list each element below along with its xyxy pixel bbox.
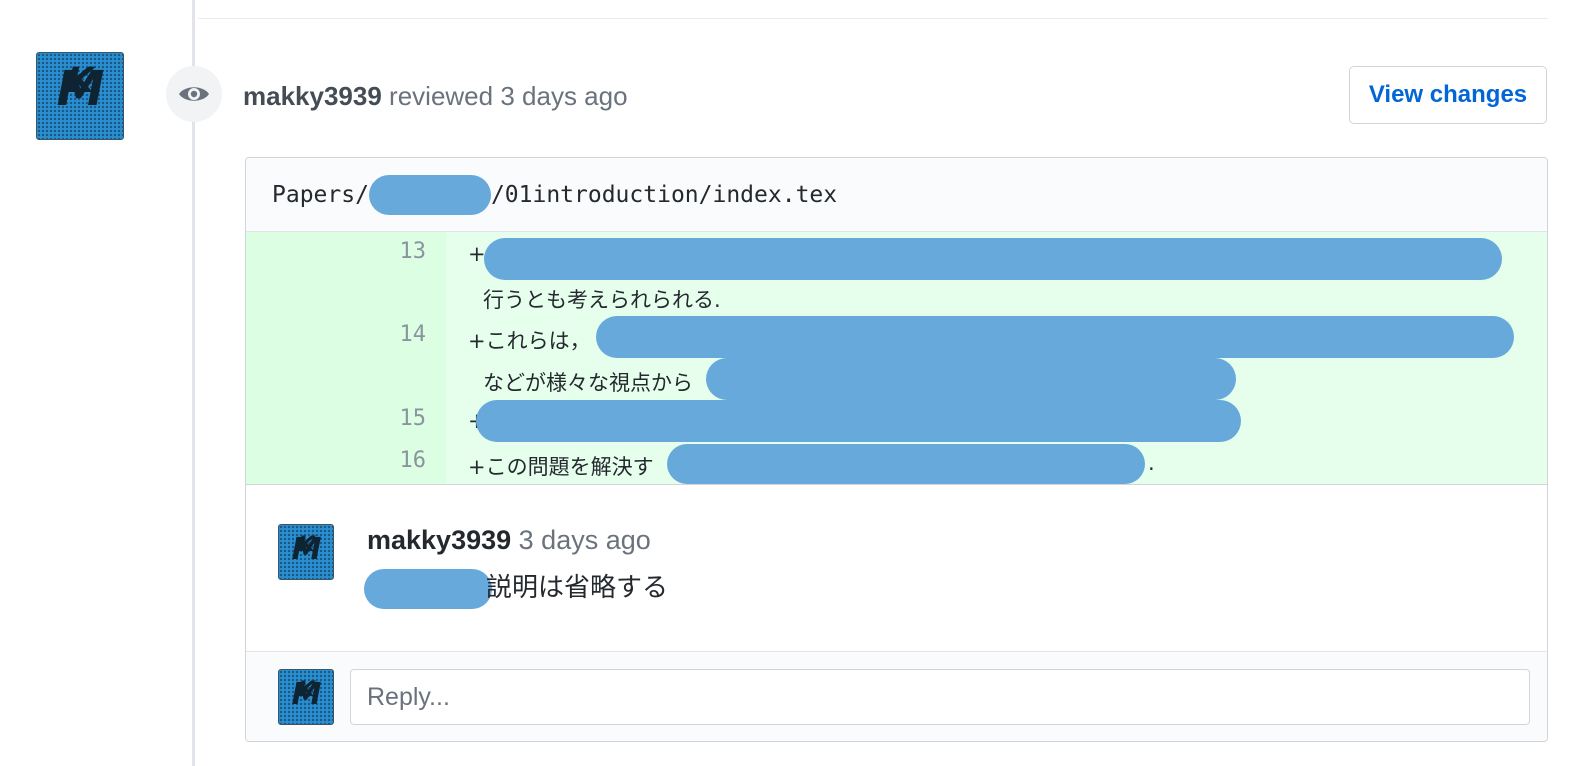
redaction-mark xyxy=(667,444,1145,484)
review-header: makky3939 reviewed 3 days ago xyxy=(243,80,628,112)
review-author-link[interactable]: makky3939 xyxy=(243,81,382,111)
review-time[interactable]: 3 days ago xyxy=(500,81,627,111)
code-line: + xyxy=(468,242,486,266)
reply-area: MK xyxy=(246,651,1547,741)
reply-input[interactable] xyxy=(350,669,1530,725)
code-line: +これらは， xyxy=(468,329,591,353)
redaction-mark xyxy=(706,358,1236,400)
file-header: Papers/ /01introduction/index.tex xyxy=(246,158,1547,232)
redaction-mark xyxy=(484,238,1502,280)
view-changes-button[interactable]: View changes xyxy=(1349,66,1547,124)
redaction-mark xyxy=(368,174,491,215)
diff-hunk: 13 + 行うとも考えられられる. 14 +これらは， などが様々な視点から 1… xyxy=(246,232,1547,485)
diff-gutter xyxy=(246,232,446,484)
review-thread: Papers/ /01introduction/index.tex 13 + 行う… xyxy=(245,157,1548,742)
file-path-prefix[interactable]: Papers/ xyxy=(272,182,369,208)
code-line: +この問題を解決す xyxy=(468,455,654,479)
reply-avatar: MK xyxy=(278,669,334,725)
previous-item-divider xyxy=(198,18,1548,19)
avatar-initials: MK xyxy=(291,677,322,712)
code-line-tail: . xyxy=(1148,451,1155,475)
avatar-initials: MK xyxy=(56,61,105,117)
comment-author-link[interactable]: makky3939 xyxy=(367,525,511,555)
redaction-mark xyxy=(476,400,1241,442)
comment-avatar[interactable]: MK xyxy=(278,524,334,580)
comment-header: makky3939 3 days ago xyxy=(367,525,651,556)
code-line-continuation: 行うとも考えられられる. xyxy=(483,288,721,312)
line-number[interactable]: 13 xyxy=(346,239,427,264)
line-number[interactable]: 16 xyxy=(346,448,427,473)
avatar-initials: MK xyxy=(291,532,322,567)
code-line-continuation: などが様々な視点から xyxy=(483,371,693,395)
redaction-mark xyxy=(364,569,492,610)
comment-body: 説明は省略する xyxy=(364,567,669,610)
comment-text: 説明は省略する xyxy=(486,572,669,602)
redaction-mark xyxy=(596,316,1514,358)
line-number[interactable]: 14 xyxy=(346,322,427,347)
avatar[interactable]: MK xyxy=(36,52,124,140)
review-action: reviewed xyxy=(389,81,494,111)
line-number[interactable]: 15 xyxy=(346,406,427,431)
eye-icon xyxy=(166,66,222,122)
file-path-suffix[interactable]: /01introduction/index.tex xyxy=(491,182,837,208)
comment-time[interactable]: 3 days ago xyxy=(519,525,651,555)
